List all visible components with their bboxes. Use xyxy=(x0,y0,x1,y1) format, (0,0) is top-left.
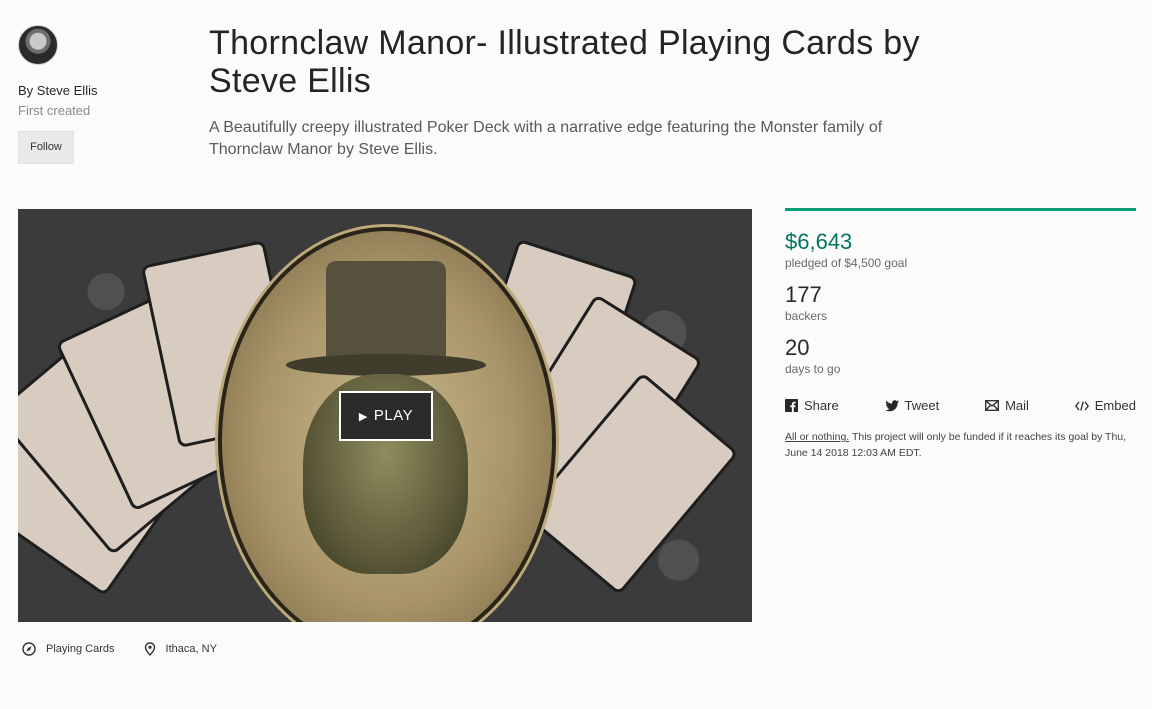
project-video[interactable]: ▶ PLAY xyxy=(18,209,752,622)
compass-icon xyxy=(22,642,36,656)
all-or-nothing-notice: All or nothing. This project will only b… xyxy=(785,429,1136,461)
backers-count: 177 xyxy=(785,282,822,307)
page-title: Thornclaw Manor- Illustrated Playing Car… xyxy=(209,24,920,100)
tweet-button[interactable]: Tweet xyxy=(885,398,940,413)
code-icon xyxy=(1074,400,1089,411)
share-label: Share xyxy=(804,398,839,413)
tweet-label: Tweet xyxy=(904,398,940,413)
days-to-go-label: days to go xyxy=(785,362,841,376)
hat-brim-illustration xyxy=(286,354,486,376)
avatar[interactable] xyxy=(18,25,58,65)
creator-panel: By Steve Ellis First created Follow xyxy=(18,25,188,164)
all-or-nothing-link[interactable]: All or nothing. xyxy=(785,431,849,443)
funding-progress-bar xyxy=(785,208,1136,211)
project-blurb: A Beautifully creepy illustrated Poker D… xyxy=(209,119,883,158)
project-meta: Playing Cards Ithaca, NY xyxy=(22,642,243,659)
first-created-label: First created xyxy=(18,103,91,118)
location-link[interactable]: Ithaca, NY xyxy=(144,642,217,656)
category-label: Playing Cards xyxy=(46,643,115,655)
category-link[interactable]: Playing Cards xyxy=(22,642,114,656)
share-button[interactable]: Share xyxy=(785,398,839,413)
funding-stats: $6,643 pledged of $4,500 goal 177 backer… xyxy=(785,208,1136,461)
pledged-label: pledged of $4,500 goal xyxy=(785,256,908,270)
play-icon: ▶ xyxy=(358,411,368,423)
play-label: PLAY xyxy=(373,407,414,424)
creator-name[interactable]: By Steve Ellis xyxy=(18,83,188,98)
mail-label: Mail xyxy=(1005,398,1029,413)
play-button[interactable]: ▶ PLAY xyxy=(339,391,433,441)
map-pin-icon xyxy=(144,642,155,656)
location-label: Ithaca, NY xyxy=(165,643,217,655)
funding-progress-fill xyxy=(785,208,1136,211)
mail-icon xyxy=(985,400,1000,411)
pledged-amount: $6,643 xyxy=(785,229,853,254)
embed-label: Embed xyxy=(1094,398,1136,413)
days-to-go-count: 20 xyxy=(785,335,810,360)
facebook-icon xyxy=(785,399,798,412)
embed-button[interactable]: Embed xyxy=(1074,398,1136,413)
mail-button[interactable]: Mail xyxy=(985,398,1029,413)
follow-button[interactable]: Follow xyxy=(18,131,74,164)
share-row: Share Tweet Mail Embed xyxy=(785,398,1136,413)
backers-label: backers xyxy=(785,309,828,323)
twitter-icon xyxy=(885,399,899,411)
top-hat-illustration xyxy=(326,261,446,361)
